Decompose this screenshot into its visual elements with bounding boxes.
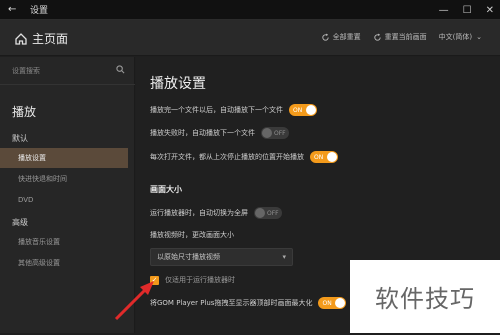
reset-all-label: 全部重置 [332, 33, 361, 41]
setting-row-fullscreen: 运行播放器时，自动切换为全屏 OFF [150, 207, 282, 219]
setting-label: 播放视频时，更改画面大小 [150, 231, 234, 239]
setting-row-auto-next: 播放完一个文件以后，自动播放下一个文件 ON [150, 104, 317, 116]
home-icon [15, 32, 27, 45]
maximize-button[interactable]: ☐ [463, 5, 472, 16]
header: 主页面 全部重置 重置当前画面 中文(简体) ⌄ [0, 20, 500, 56]
sidebar-item-other[interactable]: 其他高级设置 [0, 253, 128, 273]
refresh-icon [374, 33, 381, 41]
chevron-down-icon: ▾ [282, 253, 286, 261]
select-value: 以原始尺寸播放视频 [157, 253, 220, 261]
setting-label: 每次打开文件，都从上次停止播放的位置开始播放 [150, 153, 304, 161]
sidebar-item-seek[interactable]: 快进快退和时间 [0, 169, 128, 189]
reset-page-label: 重置当前画面 [384, 33, 427, 41]
fail-next-toggle[interactable]: OFF [261, 127, 289, 139]
language-select[interactable]: 中文(简体) ⌄ [439, 32, 482, 42]
search-icon[interactable] [116, 65, 125, 74]
setting-row-drag-maximize: 将GOM Player Plus拖拽至显示器顶部时画面最大化 ON [150, 297, 347, 309]
language-value: 中文(简体) [438, 33, 473, 41]
setting-row-resume: 每次打开文件，都从上次停止播放的位置开始播放 ON [150, 151, 338, 163]
sidebar-category-basic: 默认 [12, 134, 28, 143]
setting-label: 播放完一个文件以后，自动播放下一个文件 [150, 106, 283, 114]
home-label: 主页面 [32, 32, 69, 46]
watermark: 软件技巧 [350, 260, 500, 333]
setting-label: 播放失败时，自动播放下一个文件 [150, 129, 255, 137]
sidebar-category-advanced: 高级 [12, 218, 28, 227]
sidebar-item-playback[interactable]: 播放设置 [0, 148, 128, 168]
auto-next-toggle[interactable]: ON [289, 104, 317, 116]
sidebar: 设置搜索 播放 默认 播放设置 快进快退和时间 DVD 高级 播放音乐设置 其他… [0, 57, 135, 333]
search-input[interactable]: 设置搜索 [12, 66, 40, 76]
window-controls: — ☐ ✕ [439, 0, 494, 20]
setting-row-size-label: 播放视频时，更改画面大小 [150, 230, 234, 240]
fullscreen-toggle[interactable]: OFF [254, 207, 282, 219]
page-title: 播放设置 [150, 76, 206, 92]
setting-row-checkbox: ✓ 仅适用于运行播放器时 [150, 275, 235, 285]
setting-label: 运行播放器时，自动切换为全屏 [150, 209, 248, 217]
sidebar-item-dvd[interactable]: DVD [0, 190, 128, 210]
screen-size-select[interactable]: 以原始尺寸播放视频 ▾ [150, 248, 293, 266]
close-button[interactable]: ✕ [486, 5, 494, 16]
reset-page-button[interactable]: 重置当前画面 [373, 32, 427, 42]
window-title: 设置 [30, 6, 49, 16]
reset-all-button[interactable]: 全部重置 [321, 32, 361, 42]
home-link[interactable]: 主页面 [14, 30, 68, 47]
resume-toggle[interactable]: ON [310, 151, 338, 163]
sidebar-section-title: 播放 [12, 105, 37, 119]
setting-row-fail-next: 播放失败时，自动播放下一个文件 OFF [150, 127, 289, 139]
drag-maximize-toggle[interactable]: ON [318, 297, 347, 309]
watermark-text: 软件技巧 [375, 285, 475, 313]
settings-search[interactable]: 设置搜索 [0, 57, 135, 85]
checkbox-label: 仅适用于运行播放器时 [165, 276, 235, 284]
section-title-screen-size: 画面大小 [150, 185, 182, 194]
sidebar-item-audio[interactable]: 播放音乐设置 [0, 232, 128, 252]
only-on-start-checkbox[interactable]: ✓ [150, 275, 159, 285]
title-bar: ← 设置 — ☐ ✕ [0, 0, 500, 20]
back-arrow-icon[interactable]: ← [8, 0, 22, 20]
refresh-icon [322, 33, 329, 41]
minimize-button[interactable]: — [439, 5, 449, 16]
chevron-down-icon: ⌄ [476, 33, 482, 41]
setting-label: 将GOM Player Plus拖拽至显示器顶部时画面最大化 [150, 299, 313, 307]
